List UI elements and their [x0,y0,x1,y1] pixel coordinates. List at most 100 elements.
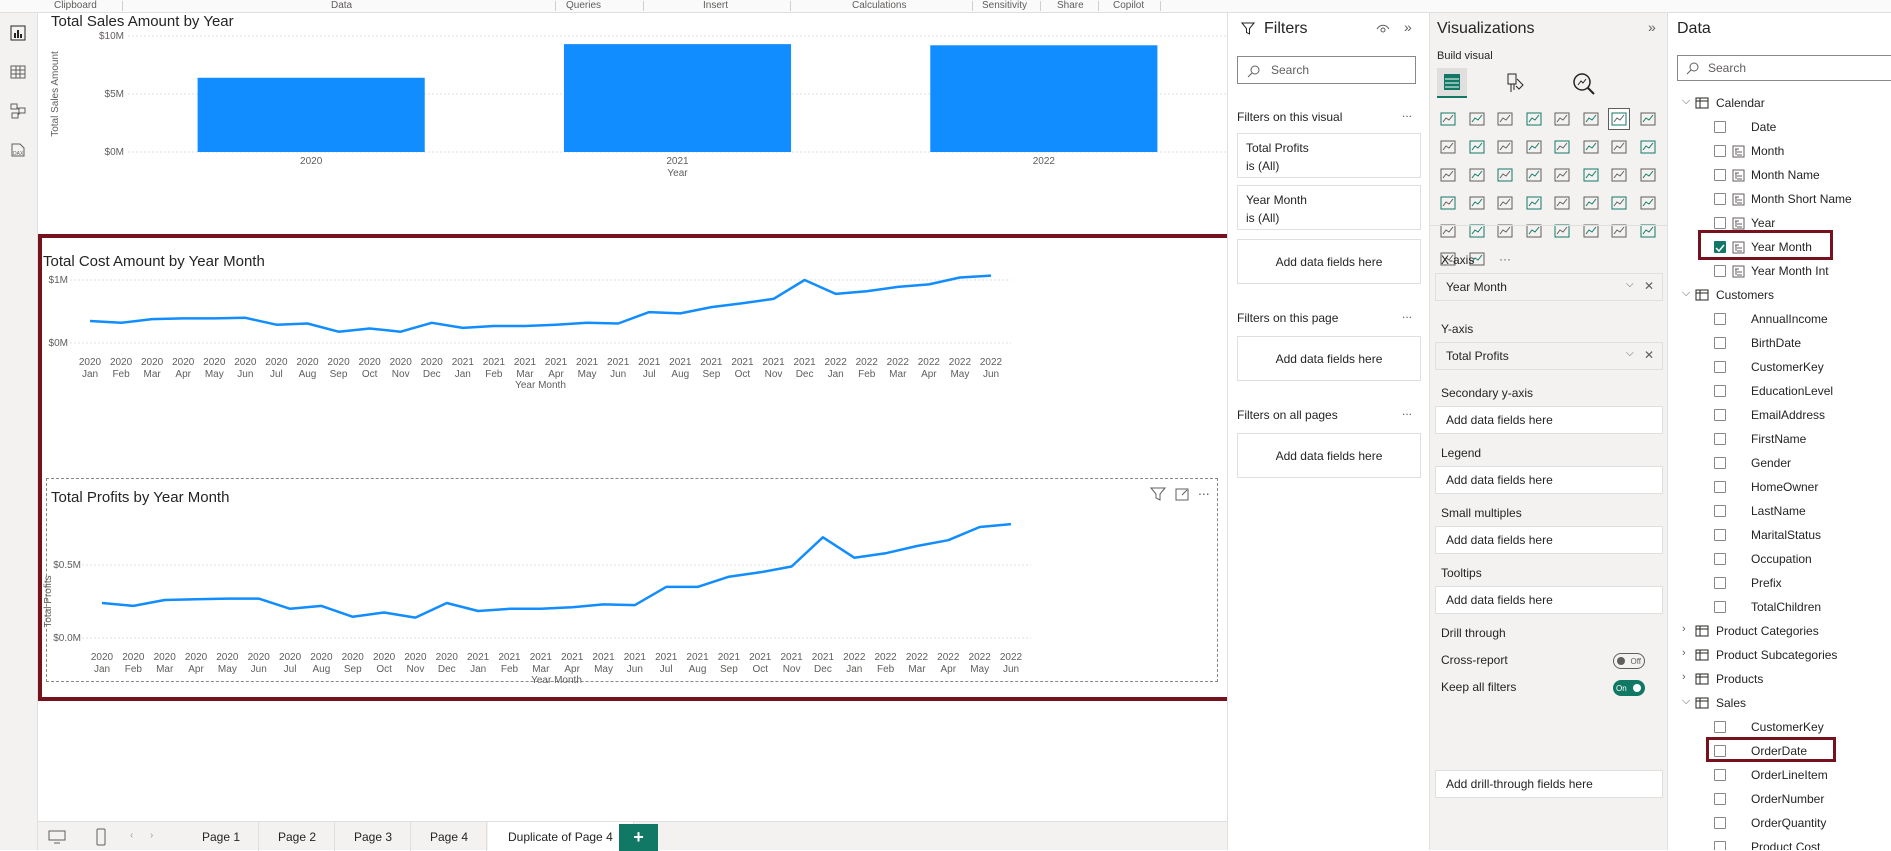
metrics-icon[interactable] [1523,220,1545,242]
table-products[interactable]: › Products [1668,668,1891,692]
yaxis-field-well[interactable]: Total Profits ⌵ ✕ [1435,342,1663,370]
funnel-icon[interactable] [1608,136,1630,158]
collapse-filters-icon[interactable]: » [1404,19,1412,35]
python-visual-icon[interactable] [1608,192,1630,214]
scatter-icon[interactable] [1637,136,1659,158]
narrative-icon[interactable] [1494,220,1516,242]
field-lastname[interactable]: LastName [1668,500,1891,524]
field-customerkey[interactable]: CustomerKey [1668,356,1891,380]
field-month-short-name[interactable]: Month Short Name [1668,188,1891,212]
filters-all-add-fields[interactable]: Add data fields here [1237,433,1421,478]
field-homeowner[interactable]: HomeOwner [1668,476,1891,500]
field-maritalstatus[interactable]: MaritalStatus [1668,524,1891,548]
collapse-viz-icon[interactable]: » [1648,19,1656,35]
field-orderlineitem[interactable]: OrderLineItem [1668,764,1891,788]
chevron-down-icon[interactable]: ⌵ [1682,287,1690,300]
multi-row-card-icon[interactable] [1437,192,1459,214]
100-bar-icon[interactable] [1551,108,1573,130]
area-chart-icon[interactable] [1637,108,1659,130]
pie-icon[interactable] [1437,164,1459,186]
field-month[interactable]: Month [1668,140,1891,164]
field-product-cost[interactable]: Product Cost [1668,836,1891,850]
field-checkbox[interactable] [1714,841,1726,850]
field-checkbox[interactable] [1714,601,1726,613]
small-multiples-well[interactable]: Add data fields here [1435,526,1663,554]
stacked-column-icon[interactable] [1466,108,1488,130]
field-educationlevel[interactable]: EducationLevel [1668,380,1891,404]
drill-through-well[interactable]: Add drill-through fields here [1435,770,1663,798]
slicer-icon[interactable] [1494,192,1516,214]
azure-map-icon[interactable] [1580,164,1602,186]
table-customers[interactable]: ⌵ Customers [1668,284,1891,308]
secondary-yaxis-well[interactable]: Add data fields here [1435,406,1663,434]
field-checkbox[interactable] [1714,577,1726,589]
field-checkbox[interactable] [1714,337,1726,349]
field-checkbox[interactable] [1714,361,1726,373]
chevron-right-icon[interactable]: › [1682,647,1686,659]
table-sales[interactable]: ⌵ Sales [1668,692,1891,716]
field-occupation[interactable]: Occupation [1668,548,1891,572]
table-view-icon[interactable] [6,60,30,84]
copilot-icon[interactable] [1637,220,1659,242]
field-checkbox[interactable] [1714,265,1726,277]
paginated-icon[interactable] [1551,220,1573,242]
field-checkbox[interactable] [1714,793,1726,805]
desktop-layout-icon[interactable] [48,830,66,844]
table-product-categories[interactable]: › Product Categories [1668,620,1891,644]
line-stacked-column-icon[interactable] [1494,136,1516,158]
legend-well[interactable]: Add data fields here [1435,466,1663,494]
100-column-icon[interactable] [1580,108,1602,130]
field-checkbox[interactable] [1714,217,1726,229]
map-icon[interactable] [1523,164,1545,186]
card-icon[interactable] [1637,164,1659,186]
format-visual-icon[interactable] [1503,71,1527,95]
key-influencers-icon[interactable] [1637,192,1659,214]
line-clustered-column-icon[interactable] [1523,136,1545,158]
field-orderquantity[interactable]: OrderQuantity [1668,812,1891,836]
gauge-icon[interactable] [1608,164,1630,186]
matrix-icon[interactable] [1551,192,1573,214]
filter-card-year-month[interactable]: Year Month is (All) [1237,185,1421,230]
dax-query-view-icon[interactable]: DAX [6,138,30,162]
filters-page-add-fields[interactable]: Add data fields here [1237,336,1421,381]
waterfall-icon[interactable] [1580,136,1602,158]
qa-icon[interactable] [1466,220,1488,242]
field-checkbox[interactable] [1714,721,1726,733]
mobile-layout-icon[interactable] [96,828,106,846]
field-totalchildren[interactable]: TotalChildren [1668,596,1891,620]
build-visual-tab-icon[interactable] [1437,68,1467,98]
100-area-icon[interactable] [1466,136,1488,158]
field-checkbox[interactable] [1714,193,1726,205]
field-firstname[interactable]: FirstName [1668,428,1891,452]
chevron-right-icon[interactable]: › [1682,671,1686,683]
field-ordernumber[interactable]: OrderNumber [1668,788,1891,812]
add-page-button[interactable]: + [619,824,658,851]
filters-visual-more-icon[interactable]: ... [1402,106,1412,120]
filters-page-more-icon[interactable]: ... [1402,307,1412,321]
table-calendar[interactable]: ⌵ Calendar [1668,92,1891,116]
page-tab-4[interactable]: Page 4 [412,822,488,851]
field-checkbox[interactable] [1714,481,1726,493]
cross-report-toggle[interactable]: Off [1613,653,1645,669]
next-page-icon[interactable]: › [150,830,153,841]
visual-sales-bar[interactable]: Total Sales Amount by Year $0M $5M $10M 202… [38,13,1227,223]
donut-icon[interactable] [1466,164,1488,186]
line-chart-icon[interactable] [1608,108,1630,130]
field-birthdate[interactable]: BirthDate [1668,332,1891,356]
data-search-input[interactable]: Search [1677,55,1891,81]
table-product-subcategories[interactable]: › Product Subcategories [1668,644,1891,668]
more-visuals-icon[interactable]: ··· [1494,248,1516,270]
ribbon-chart-icon[interactable] [1551,136,1573,158]
field-checkbox[interactable] [1714,817,1726,829]
model-view-icon[interactable] [6,99,30,123]
filters-search-input[interactable]: Search [1237,56,1416,84]
filters-all-more-icon[interactable]: ... [1402,404,1412,418]
field-annualincome[interactable]: AnnualIncome [1668,308,1891,332]
table-icon[interactable] [1523,192,1545,214]
clustered-bar-icon[interactable] [1494,108,1516,130]
report-canvas[interactable]: Total Sales Amount by Year $0M $5M $10M 202… [38,13,1232,821]
page-tab-2[interactable]: Page 2 [260,822,336,851]
yaxis-dropdown-icon[interactable]: ⌵ [1626,348,1634,359]
chevron-down-icon[interactable]: ⌵ [1682,95,1690,108]
field-checkbox[interactable] [1714,409,1726,421]
